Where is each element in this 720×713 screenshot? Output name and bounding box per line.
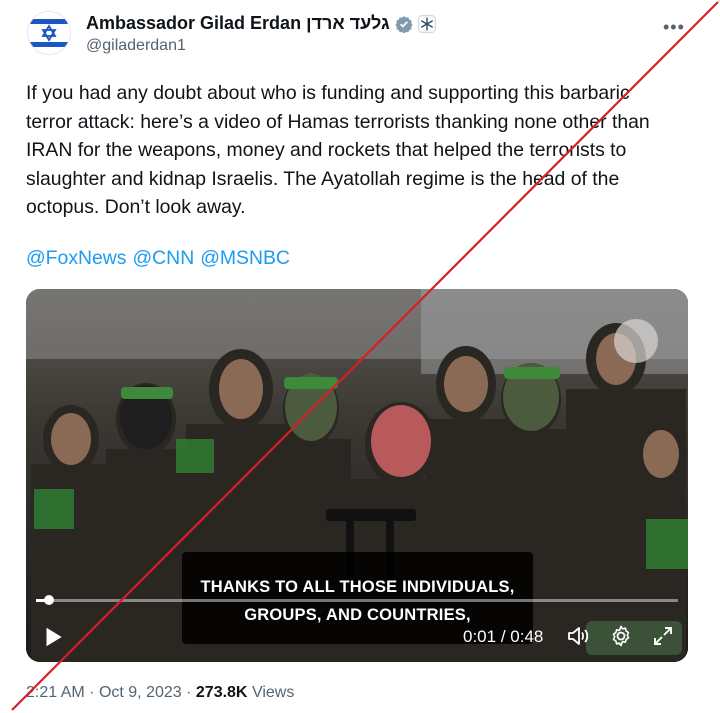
tweet-line: slaughter and kidnap Israelis. The Ayato…	[26, 167, 620, 190]
tweet-date[interactable]: Oct 9, 2023	[99, 684, 182, 701]
author-display-name[interactable]: Ambassador Gilad Erdan גלעד ארדן	[86, 13, 390, 34]
mention-link-msnbc[interactable]: @MSNBC	[200, 247, 290, 270]
video-time: 0:01 / 0:48	[463, 627, 543, 647]
settings-gear-icon[interactable]	[609, 624, 633, 648]
tweet-meta: 2:21 AM · Oct 9, 2023 · 273.8K Views	[26, 684, 294, 702]
play-icon[interactable]	[40, 624, 66, 650]
volume-icon[interactable]	[566, 624, 590, 648]
tweet-line: terror attack: here’s a video of Hamas t…	[26, 110, 650, 133]
israel-flag-icon	[28, 12, 70, 54]
tweet-line: octopus. Don’t look away.	[26, 196, 246, 218]
tweet-line: If you had any doubt about who is fundin…	[26, 82, 630, 104]
mention-link-foxnews[interactable]: @FoxNews	[26, 247, 127, 270]
author-name-row: Ambassador Gilad Erdan גלעד ארדן	[86, 13, 436, 34]
more-options-icon[interactable]: •••	[663, 17, 685, 38]
mentions: @FoxNews @CNN @MSNBC	[26, 247, 290, 270]
snowflake-icon[interactable]	[417, 14, 436, 33]
author-handle[interactable]: @giladerdan1	[86, 37, 186, 55]
time-current: 0:01	[463, 627, 497, 646]
tweet-text: If you had any doubt about who is fundin…	[26, 79, 696, 222]
video-progress-track[interactable]	[36, 599, 678, 602]
time-separator: /	[500, 627, 506, 646]
tweet-time[interactable]: 2:21 AM	[26, 684, 85, 701]
meta-separator: ·	[89, 684, 95, 701]
views-count: 273.8K	[195, 684, 248, 701]
avatar[interactable]	[27, 11, 71, 55]
video-progress-handle[interactable]	[43, 595, 54, 605]
meta-separator: ·	[186, 684, 192, 701]
mention-link-cnn[interactable]: @CNN	[133, 247, 195, 270]
tweet-line: IRAN for the weapons, money and rockets …	[26, 139, 627, 161]
verified-badge-icon[interactable]	[394, 15, 413, 33]
fullscreen-icon[interactable]	[651, 624, 675, 648]
subtitle-line: GROUPS, AND COUNTRIES,	[244, 606, 471, 624]
time-total: 0:48	[510, 627, 544, 646]
views-label: Views	[251, 684, 295, 701]
subtitle-line: THANKS TO ALL THOSE INDIVIDUALS,	[200, 578, 515, 596]
